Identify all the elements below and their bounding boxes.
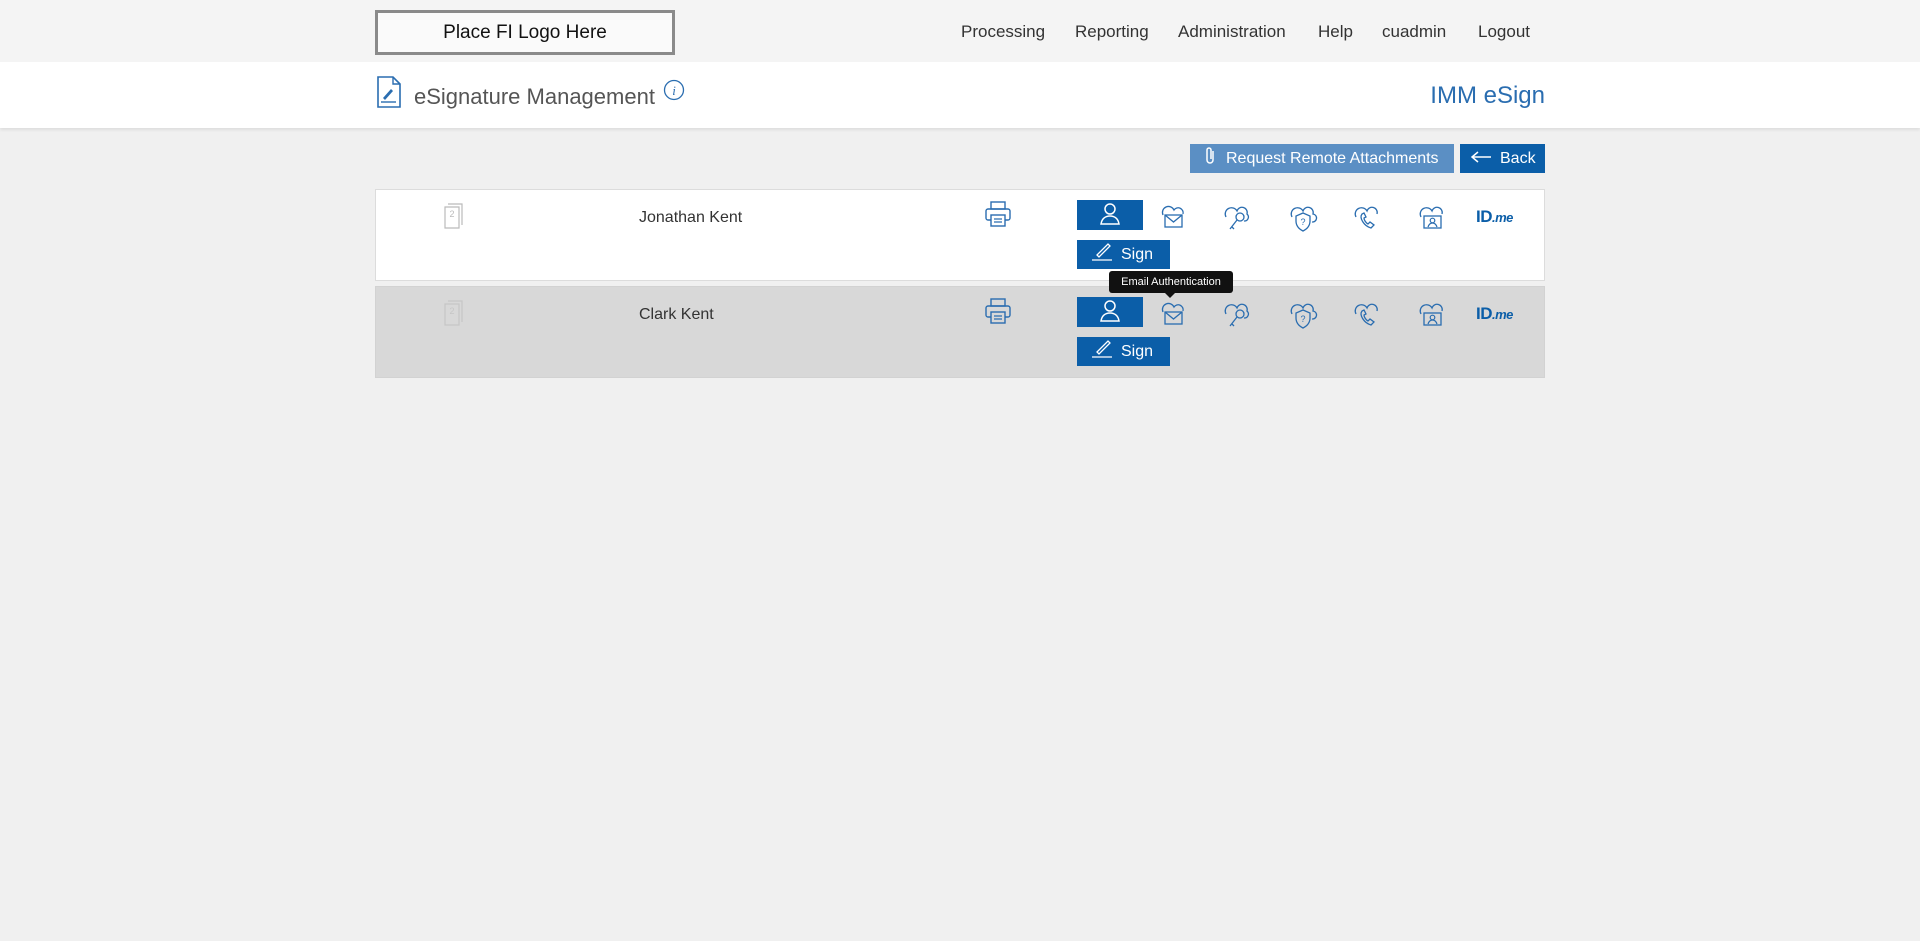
idme-logo[interactable]: ID.me bbox=[1476, 207, 1513, 227]
svg-text:?: ? bbox=[1300, 314, 1305, 324]
person-icon bbox=[1098, 298, 1122, 327]
signer-row: 2 Clark Kent ? ID.me Sign bbox=[375, 286, 1545, 378]
sign-label: Sign bbox=[1121, 245, 1154, 263]
svg-text:i: i bbox=[672, 83, 676, 98]
signer-name: Clark Kent bbox=[639, 306, 714, 323]
tooltip: Email Authentication bbox=[1109, 271, 1233, 298]
nav-processing[interactable]: Processing bbox=[961, 22, 1045, 46]
nav-logout[interactable]: Logout bbox=[1478, 22, 1530, 46]
id-card-cloud-icon[interactable] bbox=[1415, 299, 1449, 331]
printer-icon[interactable] bbox=[984, 200, 1012, 233]
nav-help[interactable]: Help bbox=[1318, 22, 1353, 46]
signature-document-icon bbox=[376, 76, 402, 113]
key-cloud-icon[interactable] bbox=[1220, 202, 1254, 234]
document-count: 2 bbox=[449, 306, 454, 316]
sign-button[interactable]: Sign bbox=[1077, 337, 1170, 366]
question-shield-icon[interactable]: ? bbox=[1286, 202, 1320, 234]
idme-me: .me bbox=[1492, 307, 1513, 322]
in-person-auth-button[interactable] bbox=[1077, 200, 1143, 230]
idme-logo[interactable]: ID.me bbox=[1476, 304, 1513, 324]
document-count: 2 bbox=[449, 209, 454, 219]
logo-placeholder: Place FI Logo Here bbox=[375, 10, 675, 55]
brand-title: IMM eSign bbox=[1430, 82, 1545, 109]
signer-row: 2 Jonathan Kent ? ID.me Sign bbox=[375, 189, 1545, 281]
phone-cloud-icon[interactable] bbox=[1350, 202, 1384, 234]
title-bar: eSignature Management i IMM eSign bbox=[0, 62, 1920, 128]
nav-user[interactable]: cuadmin bbox=[1382, 22, 1446, 46]
idme-id: ID bbox=[1476, 207, 1493, 226]
svg-text:?: ? bbox=[1300, 217, 1305, 227]
document-stack-icon: 2 bbox=[442, 299, 466, 332]
phone-cloud-icon[interactable] bbox=[1350, 299, 1384, 331]
back-button[interactable]: Back bbox=[1460, 144, 1545, 173]
document-stack-icon: 2 bbox=[442, 202, 466, 235]
printer-icon[interactable] bbox=[984, 297, 1012, 330]
sign-label: Sign bbox=[1121, 342, 1154, 360]
email-cloud-icon[interactable] bbox=[1156, 299, 1190, 331]
arrow-left-icon bbox=[1470, 150, 1500, 168]
idme-me: .me bbox=[1492, 210, 1513, 225]
request-remote-attachments-label: Request Remote Attachments bbox=[1226, 149, 1439, 167]
request-remote-attachments-button[interactable]: Request Remote Attachments bbox=[1190, 144, 1454, 173]
email-cloud-icon[interactable] bbox=[1156, 202, 1190, 234]
key-cloud-icon[interactable] bbox=[1220, 299, 1254, 331]
person-icon bbox=[1098, 201, 1122, 230]
signature-pen-icon bbox=[1091, 340, 1121, 363]
id-card-cloud-icon[interactable] bbox=[1415, 202, 1449, 234]
back-label: Back bbox=[1500, 149, 1536, 167]
top-bar: Place FI Logo Here Processing Reporting … bbox=[0, 0, 1920, 62]
sign-button[interactable]: Sign bbox=[1077, 240, 1170, 269]
signature-pen-icon bbox=[1091, 243, 1121, 266]
question-shield-icon[interactable]: ? bbox=[1286, 299, 1320, 331]
in-person-auth-button[interactable] bbox=[1077, 297, 1143, 327]
nav-administration[interactable]: Administration bbox=[1178, 22, 1286, 46]
page-title: eSignature Management bbox=[414, 84, 655, 109]
signer-name: Jonathan Kent bbox=[639, 209, 743, 226]
idme-id: ID bbox=[1476, 304, 1493, 323]
nav-reporting[interactable]: Reporting bbox=[1075, 22, 1149, 46]
paperclip-icon bbox=[1204, 146, 1226, 171]
info-icon[interactable]: i bbox=[663, 79, 685, 106]
